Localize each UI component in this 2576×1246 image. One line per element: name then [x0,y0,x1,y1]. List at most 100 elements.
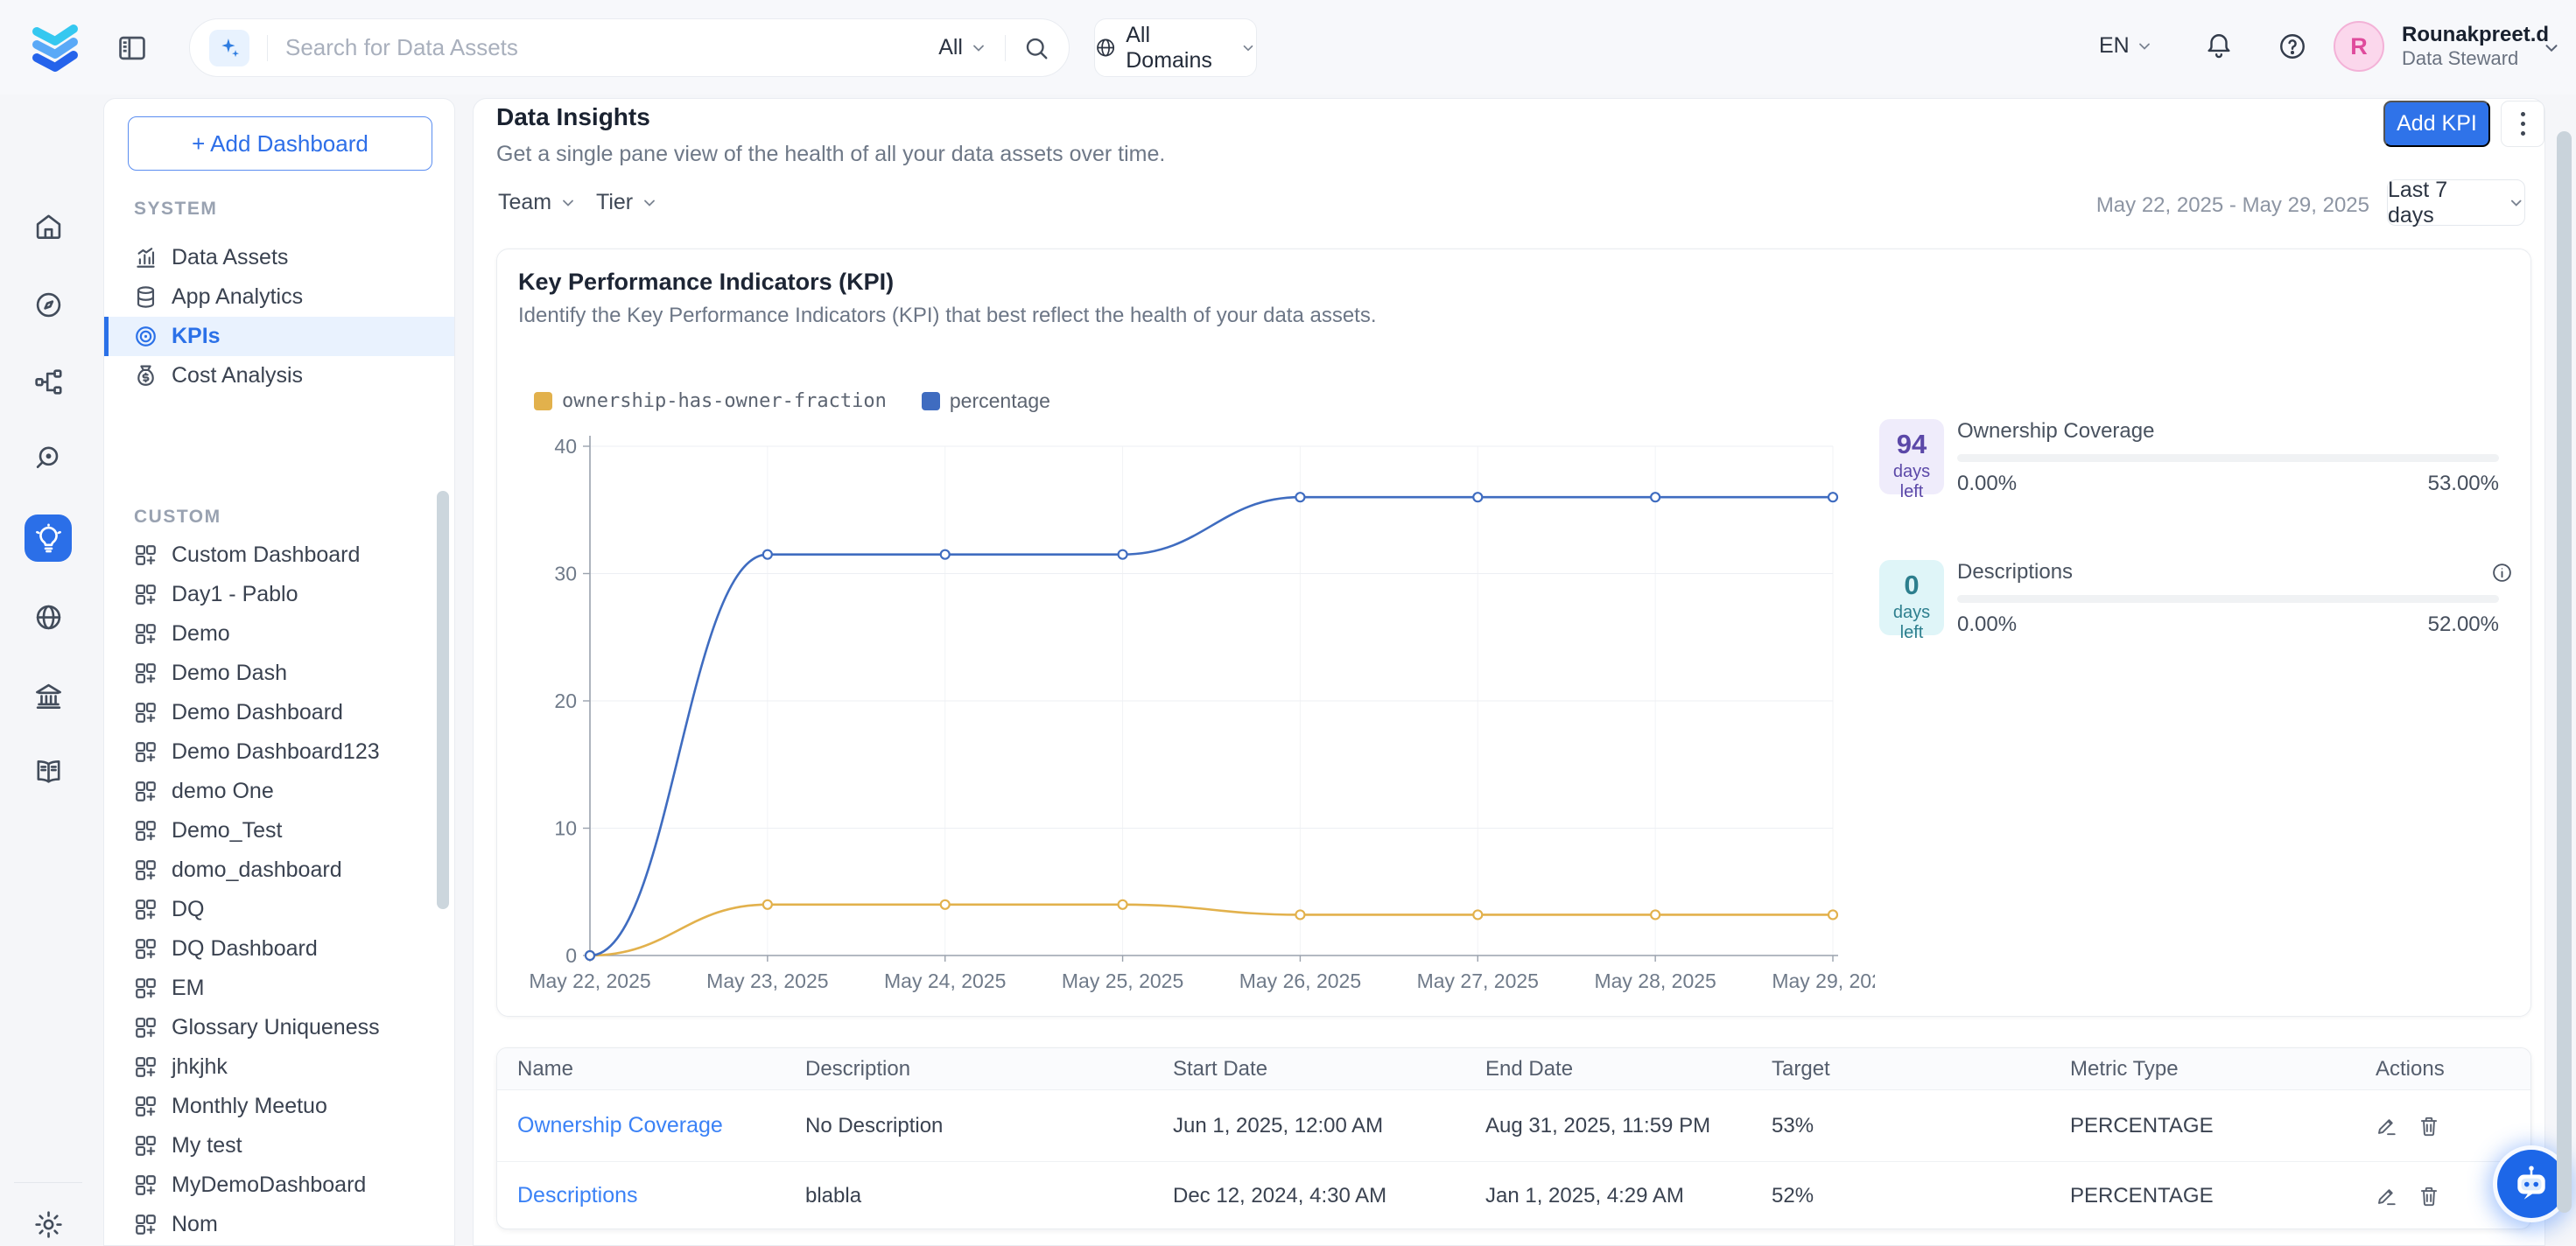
team-filter-dropdown[interactable]: Team [498,190,577,215]
search-divider [267,35,268,61]
sidebar-item-demo-dashboard123[interactable]: Demo Dashboard123 [104,732,454,772]
section-label-system: SYSTEM [134,199,217,220]
sidebar-item-mydemodashboard[interactable]: MyDemoDashboard [104,1166,454,1205]
global-search[interactable]: Search for Data Assets All [189,18,1070,77]
compass-icon [33,290,64,320]
home-icon [33,211,64,242]
tier-filter-dropdown[interactable]: Tier [596,190,658,215]
globe-icon [33,602,64,633]
legend-item-ownership-has-owner-fraction[interactable]: ownership-has-owner-fraction [534,390,887,412]
sidebar-toggle-icon[interactable] [116,32,149,65]
dashadd-icon [133,542,158,568]
more-options-button[interactable] [2501,101,2544,147]
svg-text:40: 40 [554,435,577,458]
system-list: Data AssetsApp AnalyticsKPIs Cost Analysi… [104,238,454,396]
sidebar-item-demo-dash[interactable]: Demo Dash [104,654,454,693]
rail-item-glossary[interactable] [25,747,72,794]
sidebar-item-kpis[interactable]: KPIs [104,317,454,356]
rail-item-governance[interactable] [25,672,72,719]
cell-end-date: Jan 1, 2025, 4:29 AM [1485,1184,1772,1208]
range-selector-dropdown[interactable]: Last 7 days [2387,179,2525,226]
sidebar-item-nom[interactable]: Nom [104,1205,454,1244]
chatbot-button[interactable] [2497,1150,2565,1218]
info-icon[interactable] [2491,562,2513,584]
edit-icon[interactable] [2376,1185,2398,1208]
rail-item-web[interactable] [25,593,72,640]
cell-description: No Description [805,1114,1173,1138]
svg-text:30: 30 [554,563,577,585]
avatar-initial: R [2350,33,2368,60]
search-input[interactable]: Search for Data Assets [285,34,938,61]
sidebar-item-em[interactable]: EM [104,969,454,1008]
sidebar-item-glossary-uniqueness[interactable]: Glossary Uniqueness [104,1008,454,1047]
search-scope-dropdown[interactable]: All [938,35,987,60]
help-icon[interactable] [2278,32,2307,61]
cell-target: 53% [1772,1114,2070,1138]
sidebar-item-domo-dashboard[interactable]: domo_dashboard [104,850,454,890]
sidebar-item-demo-test[interactable]: Demo_Test [104,811,454,850]
rail-item-home[interactable] [25,202,72,249]
column-header-start-date: Start Date [1173,1057,1485,1082]
sidebar-item-custom-dashboard[interactable]: Custom Dashboard [104,536,454,575]
days-left-value: 94 [1879,429,1944,460]
page-title: Data Insights [496,103,650,131]
column-header-target: Target [1772,1057,2070,1082]
delete-icon[interactable] [2418,1185,2440,1208]
sidebar-scrollbar[interactable] [437,491,449,909]
sidebar-item-demo[interactable]: Demo [104,614,454,654]
rail-item-lineage[interactable] [25,358,72,405]
team-filter-label: Team [498,190,551,215]
rail-item-explore[interactable] [25,281,72,328]
chart-legend: ownership-has-owner-fraction percentage [534,389,1050,413]
sidebar-item-label: Cost Analysis [172,363,303,388]
language-selector[interactable]: EN [2099,33,2153,59]
sidebar-item-data-assets[interactable]: Data Assets [104,238,454,277]
kpi-line-chart[interactable]: 010203040May 22, 2025May 23, 2025May 24,… [518,429,1875,998]
sidebar-item-label: jhkjhk [172,1054,228,1080]
notifications-bell-icon[interactable] [2204,32,2234,61]
dashadd-icon [133,1094,158,1119]
rail-item-settings[interactable] [25,1200,72,1246]
sidebar-item-dq-dashboard[interactable]: DQ Dashboard [104,929,454,969]
kpi-name-link[interactable]: Descriptions [517,1183,805,1208]
sidebar-item-label: Monthly Meetuo [172,1094,327,1119]
domains-dropdown[interactable]: All Domains [1094,18,1257,77]
legend-item-percentage[interactable]: percentage [922,389,1050,413]
sidebar-item-jhkjhk[interactable]: jhkjhk [104,1047,454,1087]
dashadd-icon [133,818,158,844]
search-icon[interactable] [1023,35,1049,61]
svg-text:May 24, 2025: May 24, 2025 [884,970,1006,992]
sidebar-item-my-test[interactable]: My test [104,1126,454,1166]
user-avatar[interactable]: R [2334,21,2384,72]
legend-label: percentage [950,389,1050,413]
page-subtitle: Get a single pane view of the health of … [496,142,1165,167]
sidebar-item-day1-pablo[interactable]: Day1 - Pablo [104,575,454,614]
ai-sparkle-icon[interactable] [209,30,249,66]
sidebar-item-dq[interactable]: DQ [104,890,454,929]
page-scrollbar[interactable] [2557,131,2572,1213]
dashadd-icon [133,1015,158,1040]
rail-item-insights[interactable] [25,514,72,562]
main-panel: Data Insights Get a single pane view of … [473,98,2545,1246]
user-menu[interactable]: Rounakpreet.d Data Steward [2402,22,2549,71]
add-kpi-button[interactable]: Add KPI [2383,101,2490,147]
sidebar-item-app-analytics[interactable]: App Analytics [104,277,454,317]
sidebar-item-demo-dashboard[interactable]: Demo Dashboard [104,693,454,732]
edit-icon[interactable] [2376,1115,2398,1138]
add-dashboard-button[interactable]: + Add Dashboard [128,116,432,171]
sidebar-item-cost-analysis[interactable]: Cost Analysis [104,356,454,396]
sidebar-item-label: Nom [172,1212,218,1237]
user-menu-chevron-icon[interactable] [2542,38,2561,58]
days-left-label: days left [1879,603,1944,643]
sidebar-item-label: Demo Dashboard123 [172,739,380,765]
kpi-card-title: Ownership Coverage [1957,419,2154,444]
sidebar-item-demo-one[interactable]: demo One [104,772,454,811]
app-logo-icon[interactable] [26,18,84,75]
delete-icon[interactable] [2418,1115,2440,1138]
kpi-card-ownership-coverage: 94 days left Ownership Coverage 0.00% 53… [1879,419,2521,503]
sidebar-item-label: Day1 - Pablo [172,582,298,607]
sidebar-item-monthly-meetuo[interactable]: Monthly Meetuo [104,1087,454,1126]
svg-text:10: 10 [554,817,577,840]
kpi-name-link[interactable]: Ownership Coverage [517,1113,805,1138]
rail-item-discover[interactable] [25,434,72,481]
